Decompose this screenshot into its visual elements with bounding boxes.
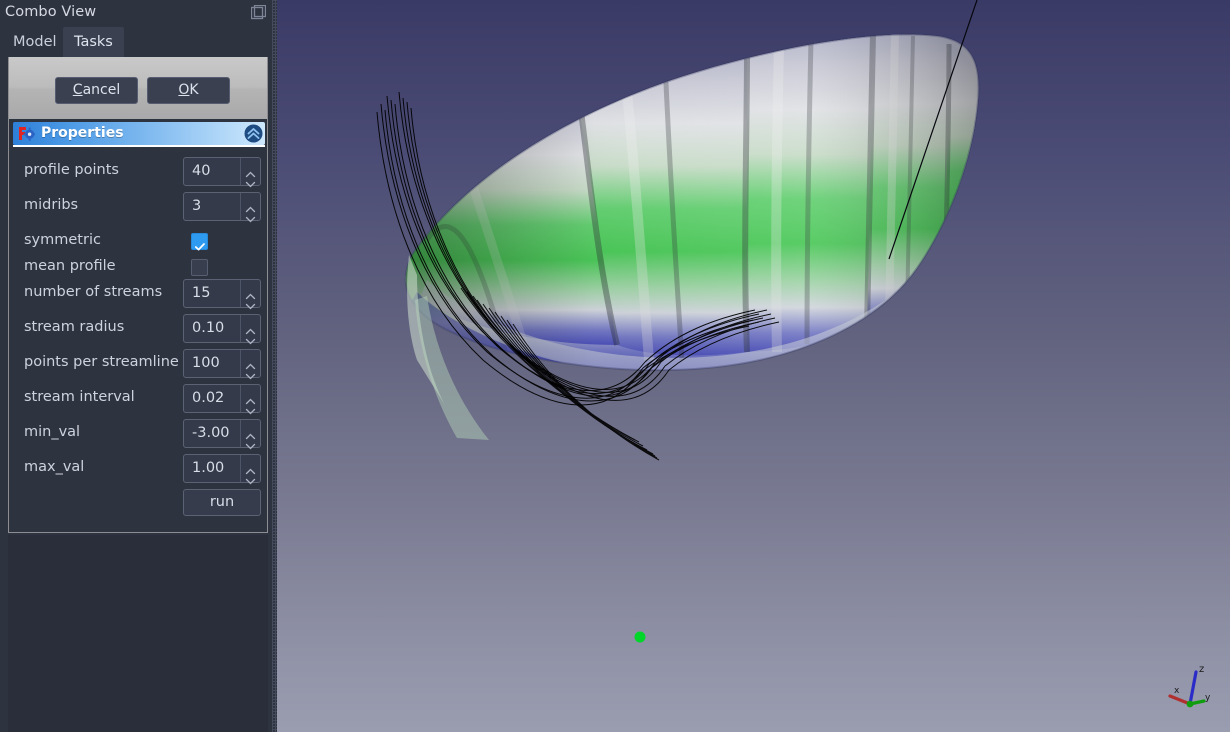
spinbox-stepper[interactable]	[240, 158, 260, 188]
chevron-down-icon[interactable]	[245, 173, 256, 188]
spin-value: 0.02	[192, 390, 225, 406]
property-row-number-of-streams: number of streams 15	[10, 276, 266, 311]
chevron-up-icon[interactable]	[245, 460, 256, 475]
mean-profile-checkbox[interactable]	[191, 259, 208, 276]
axis-orientation-gizmo[interactable]: x y z	[1160, 660, 1222, 722]
chevron-down-icon[interactable]	[245, 295, 256, 310]
combo-view-titlebar: Combo View	[0, 0, 272, 25]
spinbox-stepper[interactable]	[240, 193, 260, 223]
run-button[interactable]: run	[183, 489, 261, 516]
combo-view-tabbar: Model Tasks	[0, 27, 272, 57]
chevron-up-icon[interactable]	[245, 198, 256, 213]
chevron-down-icon[interactable]	[245, 400, 256, 415]
axis-z-label: z	[1199, 664, 1204, 675]
axis-x-label: x	[1174, 686, 1180, 696]
property-label: points per streamline	[24, 354, 179, 370]
property-label: number of streams	[24, 284, 163, 300]
3d-viewport[interactable]: x y z	[277, 0, 1230, 732]
freecad-window: Combo View Model Tasks Cancel OK Propert…	[0, 0, 1230, 732]
properties-header-label: Properties	[41, 125, 124, 141]
panel-title: Combo View	[5, 4, 97, 20]
cancel-label-rest: ancel	[82, 82, 121, 98]
points-per-streamline-spinbox[interactable]: 100	[183, 349, 261, 380]
spin-value: 3	[192, 198, 202, 214]
ok-label-rest: K	[189, 82, 199, 98]
spinbox-stepper[interactable]	[240, 280, 260, 310]
cancel-accel: C	[72, 82, 83, 98]
max-val-spinbox[interactable]: 1.00	[183, 454, 261, 485]
properties-groupbox: Properties profile points 40 midribs 3 s…	[8, 119, 268, 533]
property-label: midribs	[24, 197, 79, 213]
paraglider-wing-surface	[404, 33, 980, 440]
property-row-min-val: min_val -3.00	[10, 416, 266, 451]
spinbox-stepper[interactable]	[240, 350, 260, 380]
spin-value: 100	[192, 355, 220, 371]
tab-tasks[interactable]: Tasks	[63, 27, 124, 57]
properties-header[interactable]: Properties	[13, 122, 265, 145]
profile-points-spinbox[interactable]: 40	[183, 157, 261, 188]
chevron-down-icon[interactable]	[245, 365, 256, 380]
streamline-end-marker	[634, 631, 646, 643]
stream-interval-spinbox[interactable]: 0.02	[183, 384, 261, 415]
property-label: stream radius	[24, 319, 125, 335]
task-dialog-buttons-area: Cancel OK	[8, 57, 268, 119]
tasks-panel-empty-area	[8, 535, 268, 732]
property-label: symmetric	[24, 232, 101, 248]
chevron-up-icon[interactable]	[245, 285, 256, 300]
cancel-button[interactable]: Cancel	[55, 77, 138, 104]
freecad-logo-icon	[18, 126, 35, 141]
tasks-panel: Cancel OK Properties profile points 40 m…	[0, 57, 272, 732]
chevron-up-icon[interactable]	[245, 390, 256, 405]
chevron-down-icon[interactable]	[245, 208, 256, 223]
spinbox-stepper[interactable]	[240, 385, 260, 415]
property-row-stream-radius: stream radius 0.10	[10, 311, 266, 346]
ok-accel: O	[178, 82, 190, 98]
property-row-points-per-streamline: points per streamline 100	[10, 346, 266, 381]
tab-model[interactable]: Model	[2, 27, 68, 57]
ok-button[interactable]: OK	[147, 77, 230, 104]
property-row-profile-points: profile points 40	[10, 154, 266, 189]
axis-y-label: y	[1205, 693, 1211, 703]
spinbox-stepper[interactable]	[240, 315, 260, 345]
float-window-icon[interactable]	[250, 4, 267, 20]
properties-rows: profile points 40 midribs 3 symmetric me…	[10, 149, 266, 531]
combo-view-panel: Combo View Model Tasks Cancel OK Propert…	[0, 0, 272, 732]
axis-z-line	[1188, 670, 1198, 706]
chevron-down-icon[interactable]	[245, 470, 256, 485]
spin-value: 40	[192, 163, 211, 179]
symmetric-checkbox[interactable]	[191, 233, 208, 251]
property-row-run: run	[10, 486, 266, 521]
spin-value: -3.00	[192, 425, 230, 441]
property-label: mean profile	[24, 258, 116, 274]
chevron-up-icon[interactable]	[245, 163, 256, 178]
midribs-spinbox[interactable]: 3	[183, 192, 261, 223]
chevron-up-icon[interactable]	[245, 320, 256, 335]
chevron-double-up-icon[interactable]	[244, 124, 263, 143]
chevron-down-icon[interactable]	[245, 330, 256, 345]
spinbox-stepper[interactable]	[240, 455, 260, 485]
spin-value: 0.10	[192, 320, 225, 336]
number-of-streams-spinbox[interactable]: 15	[183, 279, 261, 310]
stream-radius-spinbox[interactable]: 0.10	[183, 314, 261, 345]
spin-value: 1.00	[192, 460, 225, 476]
property-label: profile points	[24, 162, 119, 178]
chevron-down-icon[interactable]	[245, 435, 256, 450]
chevron-up-icon[interactable]	[245, 355, 256, 370]
property-label: stream interval	[24, 389, 135, 405]
spinbox-stepper[interactable]	[240, 420, 260, 450]
spin-value: 15	[192, 285, 211, 301]
property-label: max_val	[24, 459, 85, 475]
property-label: min_val	[24, 424, 81, 440]
properties-header-rule	[13, 145, 265, 147]
min-val-spinbox[interactable]: -3.00	[183, 419, 261, 450]
chevron-up-icon[interactable]	[245, 425, 256, 440]
check-icon	[194, 236, 205, 251]
3d-scene	[376, 0, 980, 643]
property-row-max-val: max_val 1.00	[10, 451, 266, 486]
property-row-stream-interval: stream interval 0.02	[10, 381, 266, 416]
property-row-midribs: midribs 3	[10, 189, 266, 224]
